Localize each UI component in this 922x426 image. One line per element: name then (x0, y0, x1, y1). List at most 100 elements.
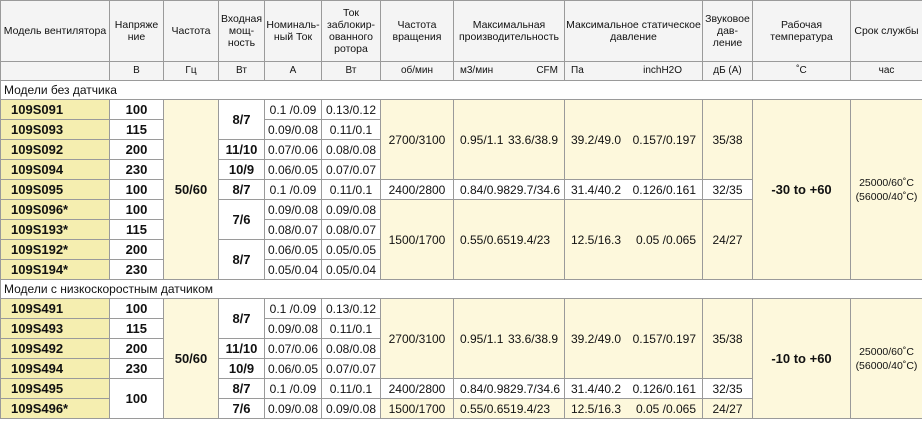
power-cell: 10/9 (218, 159, 265, 180)
pressure-cell: 31.4/40.2 0.126/0.161 (564, 378, 703, 399)
frequency-cell: 50/60 (163, 298, 219, 419)
voltage-cell: 230 (109, 159, 164, 180)
unit-locked-rotor-current: Вт (321, 61, 381, 81)
locked-current-cell: 0.13/0.12 (321, 99, 381, 120)
model-cell: 109S093 (0, 119, 110, 140)
table-row: 109S491 100 50/60 8/7 0.1 /0.09 0.13/0.1… (0, 298, 922, 419)
airflow-m3: 0.55/0.65 (460, 232, 511, 247)
power-cell: 11/10 (218, 338, 265, 359)
current-cell: 0.1 /0.09 (264, 298, 322, 319)
noise-cell: 35/38 (702, 298, 753, 379)
current-cell: 0.08/0.07 (264, 219, 322, 240)
units-row: В Гц Вт А Вт об/мин м3/мин CFM Па inchH2O … (0, 61, 922, 81)
model-cell: 109S192* (0, 239, 110, 260)
power-cell: 8/7 (218, 99, 265, 140)
airflow-m3: 0.55/0.65 (460, 401, 511, 416)
locked-current-cell: 0.11/0.1 (321, 318, 381, 339)
voltage-cell: 100 (109, 378, 164, 419)
unit-airflow-cfm: CFM (536, 65, 558, 76)
locked-current-cell: 0.09/0.08 (321, 398, 381, 419)
airflow-cfm: 33.6/38.9 (507, 331, 558, 346)
pressure-inch: 0.126/0.161 (632, 381, 696, 396)
airflow-cell: 0.84/0.98 29.7/34.6 (453, 179, 565, 200)
current-cell: 0.07/0.06 (264, 139, 322, 160)
life-line-2: (56000/40˚C) (855, 190, 918, 203)
locked-current-cell: 0.05/0.04 (321, 259, 381, 280)
model-cell: 109S494 (0, 358, 110, 379)
noise-cell: 24/27 (702, 398, 753, 419)
current-cell: 0.07/0.06 (264, 338, 322, 359)
section-title: Модели без датчика (0, 80, 922, 100)
header-frequency: Частота (163, 0, 219, 62)
power-cell: 7/6 (218, 199, 265, 240)
locked-current-cell: 0.11/0.1 (321, 179, 381, 200)
locked-current-cell: 0.09/0.08 (321, 199, 381, 220)
unit-airflow-m3: м3/мин (460, 65, 494, 76)
pressure-inch: 0.157/0.197 (632, 331, 696, 346)
airflow-m3: 0.95/1.1 (460, 331, 504, 346)
model-cell: 109S496* (0, 398, 110, 419)
pressure-cell: 39.2/49.0 0.157/0.197 (564, 99, 703, 180)
current-cell: 0.09/0.08 (264, 398, 322, 419)
locked-current-cell: 0.08/0.08 (321, 338, 381, 359)
header-locked-rotor-current: Ток заблокир-ованного ротора (321, 0, 381, 62)
pressure-pa: 12.5/16.3 (571, 401, 622, 416)
speed-cell: 2700/3100 (380, 99, 454, 180)
airflow-cfm: 19.4/23 (510, 232, 551, 247)
power-cell: 10/9 (218, 358, 265, 379)
pressure-pa: 31.4/40.2 (571, 182, 622, 197)
voltage-cell: 200 (109, 139, 164, 160)
power-cell: 8/7 (218, 298, 265, 339)
voltage-cell: 200 (109, 338, 164, 359)
current-cell: 0.06/0.05 (264, 239, 322, 260)
unit-life: час (850, 61, 922, 81)
power-cell: 7/6 (218, 398, 265, 419)
airflow-cell: 0.95/1.1 33.6/38.9 (453, 298, 565, 379)
model-cell: 109S492 (0, 338, 110, 359)
voltage-cell: 230 (109, 358, 164, 379)
locked-current-cell: 0.13/0.12 (321, 298, 381, 319)
header-max-static-pressure: Максимальное статическое давление (564, 0, 703, 62)
locked-current-cell: 0.07/0.07 (321, 159, 381, 180)
header-operating-temp: Рабочая температура (752, 0, 851, 62)
voltage-cell: 115 (109, 119, 164, 140)
pressure-pa: 39.2/49.0 (571, 132, 622, 147)
unit-rated-current: А (264, 61, 322, 81)
unit-voltage: В (109, 61, 164, 81)
pressure-inch: 0.157/0.197 (632, 132, 696, 147)
voltage-cell: 230 (109, 259, 164, 280)
airflow-m3: 0.84/0.98 (460, 182, 511, 197)
model-cell: 109S094 (0, 159, 110, 180)
life-line-1: 25000/60˚C (859, 176, 914, 189)
unit-frequency: Гц (163, 61, 219, 81)
model-cell: 109S491 (0, 298, 110, 319)
noise-cell: 32/35 (702, 179, 753, 200)
unit-noise: дБ (А) (702, 61, 753, 81)
voltage-cell: 100 (109, 179, 164, 200)
model-cell: 109S096* (0, 199, 110, 220)
current-cell: 0.1 /0.09 (264, 179, 322, 200)
power-cell: 8/7 (218, 378, 265, 399)
voltage-cell: 100 (109, 199, 164, 220)
locked-current-cell: 0.08/0.08 (321, 139, 381, 160)
frequency-cell: 50/60 (163, 99, 219, 280)
airflow-cell: 0.55/0.65 19.4/23 (453, 199, 565, 280)
speed-cell: 2700/3100 (380, 298, 454, 379)
speed-cell: 2400/2800 (380, 378, 454, 399)
airflow-m3: 0.84/0.98 (460, 381, 511, 396)
current-cell: 0.06/0.05 (264, 358, 322, 379)
header-row: Модель вентилятора Напряже ние Частота В… (0, 0, 922, 62)
model-cell: 109S493 (0, 318, 110, 339)
noise-cell: 35/38 (702, 99, 753, 180)
voltage-cell: 115 (109, 219, 164, 240)
current-cell: 0.05/0.04 (264, 259, 322, 280)
header-rated-current: Номиналь-ный Ток (264, 0, 322, 62)
pressure-cell: 31.4/40.2 0.126/0.161 (564, 179, 703, 200)
life-cell: 25000/60˚C (56000/40˚C) (850, 99, 922, 280)
power-cell: 11/10 (218, 139, 265, 160)
airflow-cfm: 29.7/34.6 (510, 182, 561, 197)
current-cell: 0.09/0.08 (264, 119, 322, 140)
airflow-cfm: 19.4/23 (510, 401, 551, 416)
locked-current-cell: 0.08/0.07 (321, 219, 381, 240)
pressure-inch: 0.126/0.161 (632, 182, 696, 197)
